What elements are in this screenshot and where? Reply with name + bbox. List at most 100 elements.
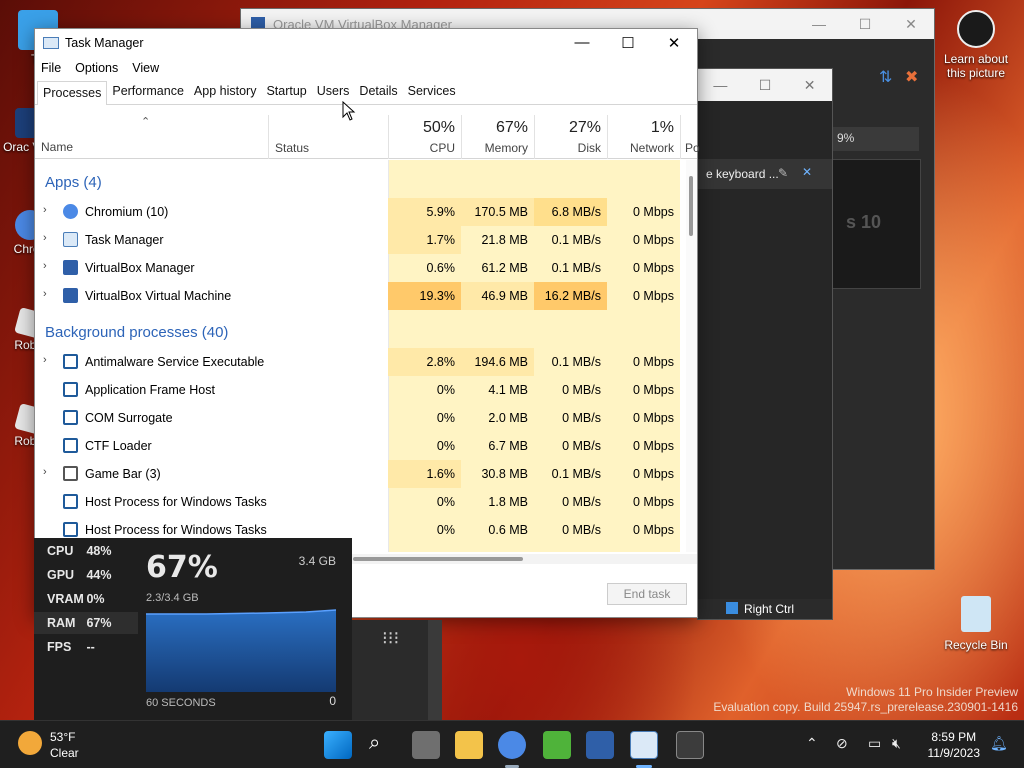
window-app-icon <box>63 354 78 369</box>
chevron-up-icon[interactable]: ⌃ <box>806 735 818 752</box>
column-status[interactable]: Status <box>268 115 388 159</box>
column-power[interactable]: Po <box>680 115 700 159</box>
table-row[interactable]: Host Process for Windows Tasks 0% 1.8 MB… <box>35 488 681 516</box>
stat-fps[interactable]: FPS -- <box>34 636 138 658</box>
taskbar: 53°F Clear ⌕ ⌃ ⊘ ▭ 🔇︎ 8:59 PM 11/9/2023 … <box>0 720 1024 768</box>
display-icon[interactable]: ▭ <box>868 735 881 752</box>
virtual-machine-taskbar-icon[interactable] <box>676 731 704 759</box>
vm-notification[interactable]: e keyboard ... ✎ ✕ <box>698 159 832 189</box>
graph-timespan: 60 SECONDS <box>146 697 216 709</box>
minimize-icon[interactable]: — <box>796 16 842 33</box>
tab-startup[interactable]: Startup <box>261 84 311 104</box>
tab-app-history[interactable]: App history <box>189 84 262 104</box>
task-manager-window[interactable]: Task Manager — ☐ ✕ File Options View Pro… <box>34 28 700 618</box>
close-icon[interactable]: ✕ <box>787 77 832 94</box>
column-memory[interactable]: 67% Memory <box>461 115 534 159</box>
table-row[interactable]: › VirtualBox Virtual Machine 19.3% 46.9 … <box>35 282 681 310</box>
menu-view[interactable]: View <box>132 61 159 75</box>
group-apps: Apps (4) <box>45 174 102 191</box>
table-row[interactable]: › Antimalware Service Executable 2.8% 19… <box>35 348 681 376</box>
stat-vram[interactable]: VRAM 0% <box>34 588 138 610</box>
vm-titlebar[interactable]: — ☐ ✕ <box>698 69 832 101</box>
column-header: ⌃ Name Status 50% CPU 67% Memory 27% Dis… <box>35 115 700 159</box>
stat-gpu[interactable]: GPU 44% <box>34 564 138 586</box>
sort-up-icon: ⌃ <box>141 116 151 128</box>
table-row[interactable]: › VirtualBox Manager 0.6% 61.2 MB 0.1 MB… <box>35 254 681 282</box>
group-background-processes: Background processes (40) <box>45 324 229 341</box>
graph-zero: 0 <box>329 694 336 708</box>
performance-overlay[interactable]: CPU 48% GPU 44% VRAM 0% RAM 67% FPS -- 6… <box>34 538 352 720</box>
chevron-right-icon[interactable]: › <box>43 288 47 300</box>
mouse-cursor-icon <box>342 101 356 121</box>
game-bar-icon <box>63 466 78 481</box>
volume-muted-icon[interactable]: 🔇︎ <box>892 735 901 752</box>
start-button[interactable] <box>324 731 352 759</box>
maximize-icon[interactable]: ☐ <box>842 16 888 33</box>
virtualbox-icon <box>63 288 78 303</box>
table-row[interactable]: › Task Manager 1.7% 21.8 MB 0.1 MB/s 0 M… <box>35 226 681 254</box>
ram-capacity: 3.4 GB <box>298 554 336 568</box>
desktop-icon-recycle-bin[interactable]: Recycle Bin <box>940 596 1012 652</box>
host-key-label: Right Ctrl <box>744 602 795 616</box>
menu-options[interactable]: Options <box>75 61 118 75</box>
menu-file[interactable]: File <box>41 61 61 75</box>
game-app-icon[interactable] <box>543 731 571 759</box>
discard-icon[interactable]: ✖ <box>905 67 918 87</box>
pin-icon[interactable]: ✎ <box>778 166 788 180</box>
file-explorer-icon[interactable] <box>455 731 483 759</box>
vm-usage-badge: 9% <box>831 127 919 151</box>
virtual-machine-window[interactable]: — ☐ ✕ e keyboard ... ✎ ✕ Right Ctrl <box>697 68 833 620</box>
table-row[interactable]: Application Frame Host 0% 4.1 MB 0 MB/s … <box>35 376 681 404</box>
vm-preview: s 10 <box>831 159 921 289</box>
tab-processes[interactable]: Processes <box>37 81 108 105</box>
vertical-scrollbar[interactable] <box>686 160 697 552</box>
window-app-icon <box>63 410 78 425</box>
minimize-icon[interactable]: — <box>559 34 605 52</box>
task-manager-taskbar-icon[interactable] <box>630 731 658 759</box>
task-manager-titlebar[interactable]: Task Manager — ☐ ✕ <box>35 29 697 57</box>
close-icon[interactable]: ✕ <box>888 16 934 33</box>
chevron-right-icon[interactable]: › <box>43 354 47 366</box>
chevron-right-icon[interactable]: › <box>43 232 47 244</box>
minimize-icon[interactable]: — <box>698 77 743 93</box>
process-list[interactable]: Apps (4) › Chromium (10) 5.9% 170.5 MB 6… <box>35 160 697 552</box>
stat-cpu[interactable]: CPU 48% <box>34 540 138 562</box>
tab-services[interactable]: Services <box>403 84 461 104</box>
maximize-icon[interactable]: ☐ <box>605 34 651 52</box>
clock[interactable]: 8:59 PM 11/9/2023 <box>928 729 981 761</box>
table-row[interactable]: › Game Bar (3) 1.6% 30.8 MB 0.1 MB/s 0 M… <box>35 460 681 488</box>
table-row[interactable]: › Chromium (10) 5.9% 170.5 MB 6.8 MB/s 0… <box>35 198 681 226</box>
close-icon[interactable]: ✕ <box>651 34 697 52</box>
table-row[interactable]: CTF Loader 0% 6.7 MB 0 MB/s 0 Mbps <box>35 432 681 460</box>
camera-icon <box>957 10 995 48</box>
tab-details[interactable]: Details <box>354 84 402 104</box>
end-task-button[interactable]: End task <box>607 583 687 605</box>
notification-bell-icon[interactable]: 🔔︎ <box>990 735 1008 752</box>
column-disk[interactable]: 27% Disk <box>534 115 607 159</box>
stat-ram[interactable]: RAM 67% <box>34 612 138 634</box>
task-view-icon[interactable] <box>412 731 440 759</box>
maximize-icon[interactable]: ☐ <box>743 77 788 94</box>
chevron-right-icon[interactable]: › <box>43 466 47 478</box>
tab-performance[interactable]: Performance <box>107 84 189 104</box>
network-offline-icon[interactable]: ⊘ <box>836 735 848 752</box>
ram-usage-graph <box>146 609 336 692</box>
close-notification-icon[interactable]: ✕ <box>802 165 812 179</box>
ram-percent: 67% <box>146 550 218 585</box>
table-row[interactable]: COM Surrogate 0% 2.0 MB 0 MB/s 0 Mbps <box>35 404 681 432</box>
column-network[interactable]: 1% Network <box>607 115 680 159</box>
chevron-right-icon[interactable]: › <box>43 260 47 272</box>
grid-icon[interactable]: ⁝⁝⁝ <box>382 628 399 649</box>
chromium-taskbar-icon[interactable] <box>498 731 526 759</box>
learn-about-picture[interactable]: Learn about this picture <box>940 10 1012 80</box>
column-cpu[interactable]: 50% CPU <box>388 115 461 159</box>
menu-bar: File Options View <box>35 57 697 79</box>
column-name[interactable]: Name <box>41 140 73 154</box>
tab-strip: Processes Performance App history Startu… <box>35 79 697 105</box>
virtualbox-taskbar-icon[interactable] <box>586 731 614 759</box>
window-app-icon <box>63 522 78 537</box>
sort-icon[interactable]: ⇅ <box>879 67 892 87</box>
search-icon[interactable]: ⌕ <box>369 732 380 755</box>
weather-widget[interactable]: 53°F Clear <box>50 729 79 761</box>
chevron-right-icon[interactable]: › <box>43 204 47 216</box>
